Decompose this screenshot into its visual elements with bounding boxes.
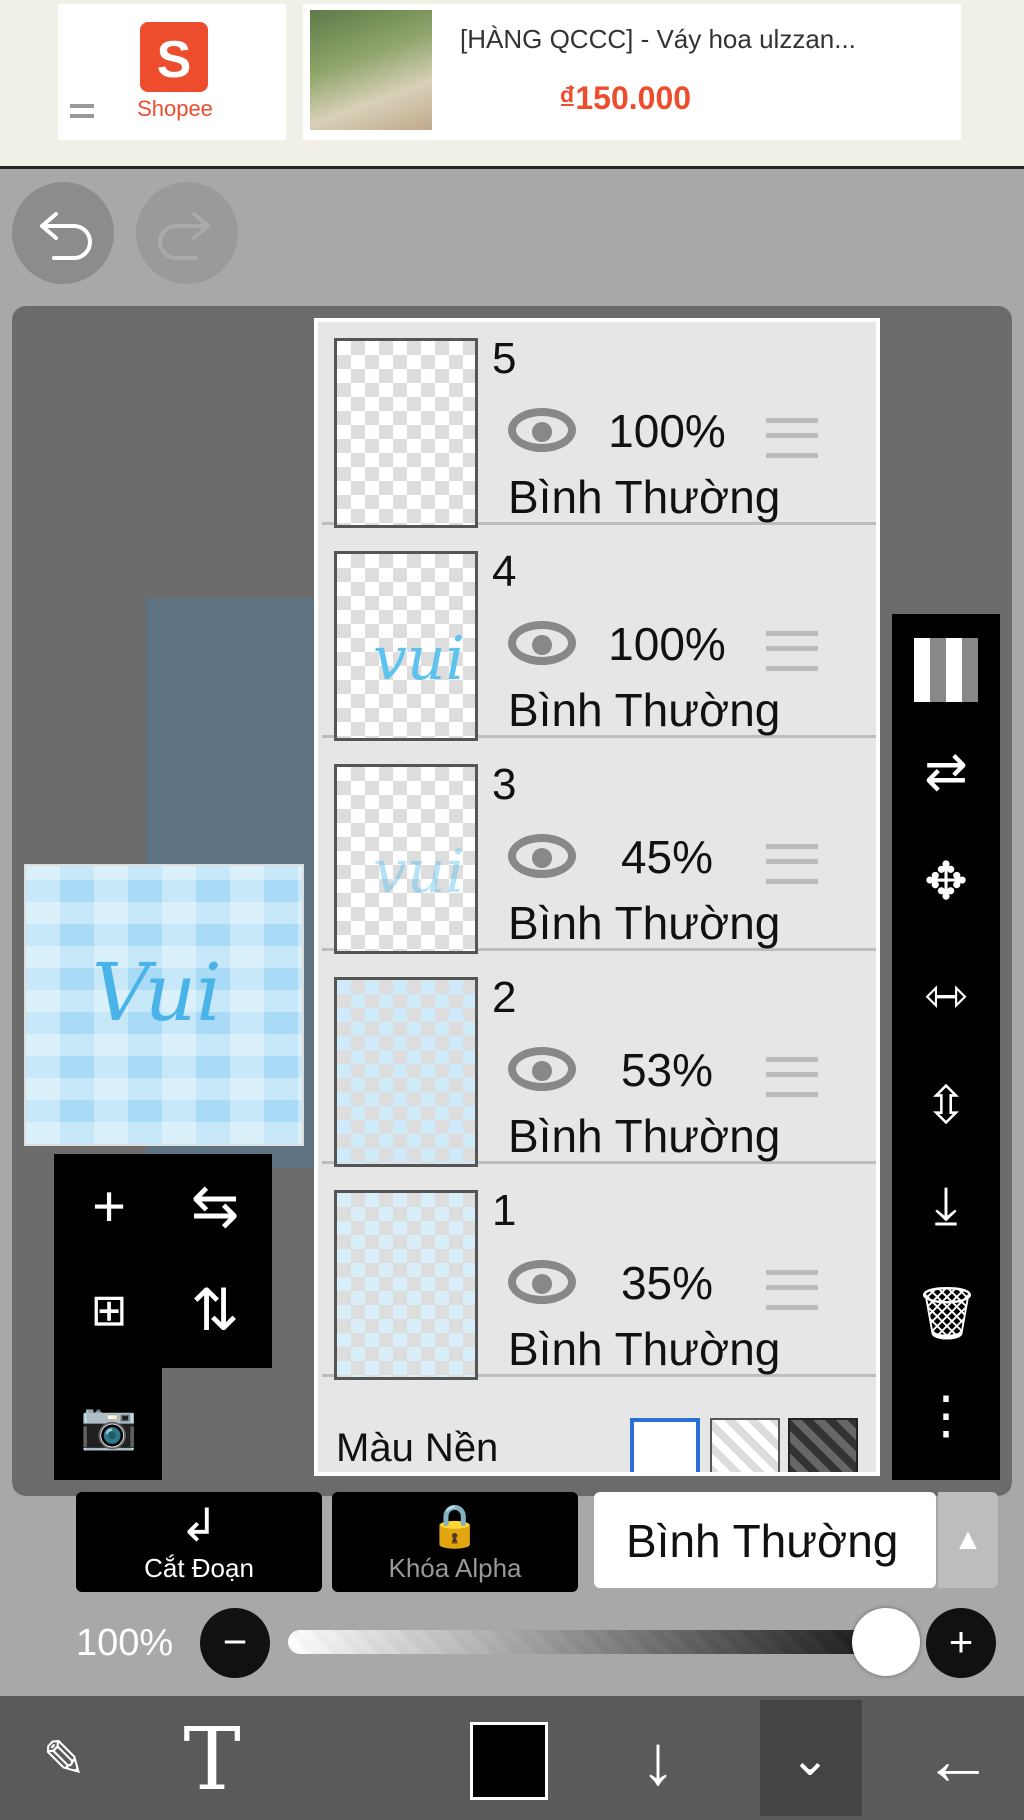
camera-tool: 📷 — [54, 1368, 162, 1480]
layer-row-4[interactable]: vui 4 100% Bình Thường — [322, 525, 876, 741]
layer-number: 2 — [492, 973, 517, 1022]
flip-vertical-icon[interactable]: ⇳ — [914, 1074, 978, 1138]
opacity-slider-knob[interactable] — [852, 1608, 920, 1676]
opacity-value: 100% — [76, 1622, 174, 1664]
drag-handle-icon[interactable] — [766, 418, 818, 458]
layer-panel[interactable]: 5 100% Bình Thường vui 4 100% Bình Thườn… — [314, 318, 880, 1476]
shopee-logo-text: Shopee — [137, 96, 213, 121]
layer-number: 1 — [492, 1186, 517, 1235]
alpha-lock-button[interactable]: 🔒 Khóa Alpha — [332, 1492, 578, 1592]
redo-icon — [158, 212, 210, 260]
divider — [0, 166, 1024, 169]
chevron-up-icon[interactable]: ▲ — [938, 1492, 998, 1588]
camera-icon[interactable]: 📷 — [74, 1390, 144, 1460]
background-dark-swatch[interactable] — [788, 1418, 858, 1472]
eye-icon[interactable] — [508, 621, 576, 665]
background-color-row[interactable]: Màu Nền — [322, 1408, 876, 1472]
flip-horizontal-icon[interactable]: ⇿ — [914, 964, 978, 1028]
eye-icon[interactable] — [508, 1047, 576, 1091]
layer-thumbnail[interactable] — [334, 1190, 478, 1380]
duplicate-layer-icon[interactable]: ⊞ — [74, 1276, 144, 1346]
layer-number: 4 — [492, 547, 517, 596]
trash-icon[interactable]: 🗑 — [914, 1282, 980, 1346]
swap-layer-icon[interactable]: ⇄ — [914, 740, 978, 804]
drag-handle-icon[interactable] — [766, 1057, 818, 1097]
move-icon[interactable]: ✥ — [914, 850, 978, 914]
layer-blend-mode: Bình Thường — [508, 897, 781, 949]
decrease-opacity-button[interactable]: − — [200, 1608, 270, 1678]
chevron-double-down-icon[interactable]: ⌄ — [762, 1712, 858, 1808]
thumbnail-artwork: vui — [373, 837, 465, 907]
merge-down-icon[interactable]: ⤓ — [914, 1174, 978, 1238]
eye-icon[interactable] — [508, 408, 576, 452]
layer-blend-mode: Bình Thường — [508, 684, 781, 736]
layer-number: 5 — [492, 334, 517, 383]
more-vertical-icon[interactable]: ⋮ — [914, 1384, 978, 1448]
clip-icon: ↲ — [179, 1499, 219, 1551]
layer-opacity: 53% — [620, 1044, 714, 1096]
clip-label: Cắt Đoạn — [144, 1553, 254, 1583]
flip-vertical-icon[interactable]: ⇅ — [180, 1276, 250, 1346]
alpha-lock-label: Khóa Alpha — [388, 1553, 522, 1583]
layer-row-3[interactable]: vui 3 45% Bình Thường — [322, 738, 876, 954]
add-layer-icon[interactable]: + — [74, 1172, 144, 1242]
layer-toolbar: ⇄ ✥ ⇿ ⇳ ⤓ 🗑 ⋮ — [892, 614, 1000, 1480]
text-tool-icon[interactable]: T — [164, 1712, 260, 1808]
layer-blend-mode: Bình Thường — [508, 471, 781, 523]
drag-handle-icon[interactable] — [766, 631, 818, 671]
brush-eraser-icon[interactable]: ✎ — [16, 1712, 112, 1808]
layer-opacity: 45% — [620, 831, 714, 883]
layer-row-2[interactable]: 2 53% Bình Thường — [322, 951, 876, 1167]
blend-mode-value: Bình Thường — [626, 1515, 899, 1567]
layer-opacity: 35% — [620, 1257, 714, 1309]
ad-product-price: ₫150.000 — [558, 80, 692, 116]
clip-button[interactable]: ↲ Cắt Đoạn — [76, 1492, 322, 1592]
checkerboard-icon[interactable] — [914, 638, 978, 702]
layer-row-5[interactable]: 5 100% Bình Thường — [322, 322, 876, 528]
undo-button[interactable] — [12, 182, 114, 284]
layer-blend-mode: Bình Thường — [508, 1110, 781, 1162]
lock-icon: 🔒 — [428, 1502, 482, 1549]
ad-product-image[interactable] — [310, 10, 432, 130]
layer-thumbnail[interactable]: vui — [334, 764, 478, 954]
layer-thumbnail[interactable] — [334, 338, 478, 528]
opacity-slider[interactable] — [288, 1630, 886, 1654]
eye-icon[interactable] — [508, 834, 576, 878]
background-white-swatch[interactable] — [630, 1418, 700, 1472]
color-swatch[interactable] — [470, 1722, 548, 1800]
layer-opacity: 100% — [608, 405, 726, 457]
back-arrow-icon[interactable]: ← — [910, 1712, 1006, 1808]
background-transparent-swatch[interactable] — [710, 1418, 780, 1472]
background-label: Màu Nền — [336, 1426, 499, 1470]
layer-actions: + ⇆ ⊞ ⇅ — [54, 1154, 272, 1368]
drag-handle-icon[interactable] — [766, 1270, 818, 1310]
layer-row-1[interactable]: 1 35% Bình Thường — [322, 1164, 876, 1380]
arrow-down-icon[interactable]: ↓ — [610, 1712, 706, 1808]
undo-icon — [40, 212, 92, 260]
layer-opacity: 100% — [608, 618, 726, 670]
layer-number: 3 — [492, 760, 517, 809]
drag-handle-icon[interactable] — [766, 844, 818, 884]
ad-product-title[interactable]: [HÀNG QCCC] - Váy hoa ulzzan... — [460, 24, 950, 55]
thumbnail-artwork: vui — [373, 624, 465, 694]
layer-blend-mode: Bình Thường — [508, 1323, 781, 1375]
preview-artwork: Vui — [92, 946, 222, 1039]
eye-icon[interactable] — [508, 1260, 576, 1304]
shopee-logo-icon: S — [140, 22, 208, 92]
increase-opacity-button[interactable]: + — [926, 1608, 996, 1678]
menu-icon[interactable] — [70, 104, 94, 118]
layer-thumbnail[interactable] — [334, 977, 478, 1167]
redo-button[interactable] — [136, 182, 238, 284]
layer-thumbnail[interactable]: vui — [334, 551, 478, 741]
flip-horizontal-icon[interactable]: ⇆ — [180, 1172, 250, 1242]
